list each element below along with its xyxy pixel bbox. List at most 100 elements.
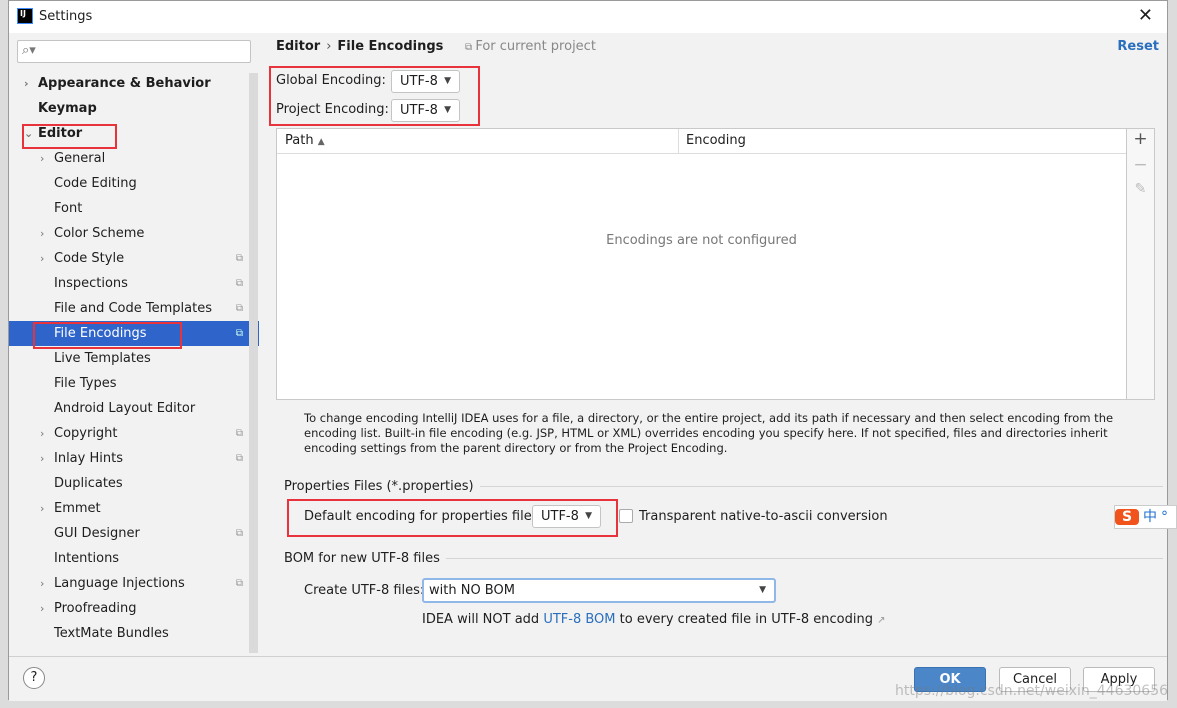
- sidebar-item-label: Proofreading: [54, 601, 137, 616]
- chevron-right-icon[interactable]: ›: [40, 421, 44, 446]
- close-icon[interactable]: ✕: [1138, 5, 1153, 26]
- sidebar-item-inspections[interactable]: Inspections ⧉: [9, 271, 259, 296]
- sidebar-item-copyright[interactable]: › Copyright ⧉: [9, 421, 259, 446]
- empty-table-text: Encodings are not configured: [606, 233, 797, 248]
- project-encoding-select[interactable]: UTF-8 ▼: [391, 99, 460, 122]
- utf8-bom-link[interactable]: UTF-8 BOM: [543, 612, 615, 627]
- sidebar-item-duplicates[interactable]: Duplicates: [9, 471, 259, 496]
- sidebar-item-file-encodings[interactable]: File Encodings ⧉: [9, 321, 259, 346]
- add-icon[interactable]: +: [1127, 129, 1154, 155]
- chevron-down-icon: ▼: [444, 76, 451, 86]
- sidebar-item-label: Duplicates: [54, 476, 123, 491]
- sidebar-item-label: General: [54, 151, 106, 166]
- sidebar-item-keymap[interactable]: Keymap: [9, 96, 259, 121]
- column-divider: [678, 129, 679, 154]
- project-scope-icon: ⧉: [235, 528, 243, 539]
- global-encoding-label: Global Encoding:: [276, 73, 386, 88]
- transparent-conversion-label[interactable]: Transparent native-to-ascii conversion: [639, 509, 888, 524]
- global-encoding-value: UTF-8: [400, 74, 438, 89]
- sidebar-item-label: Emmet: [54, 501, 101, 516]
- sidebar-scrollbar[interactable]: [249, 73, 258, 653]
- sidebar-item-label: Font: [54, 201, 83, 216]
- sidebar-item-emmet[interactable]: › Emmet: [9, 496, 259, 521]
- breadcrumb-separator: ›: [326, 39, 332, 54]
- column-path[interactable]: Path ▲: [285, 133, 325, 148]
- sidebar-item-android-layout-editor[interactable]: Android Layout Editor: [9, 396, 259, 421]
- project-encoding-value: UTF-8: [400, 103, 438, 118]
- sidebar-item-color-scheme[interactable]: › Color Scheme: [9, 221, 259, 246]
- sidebar-item-label: Inlay Hints: [54, 451, 123, 466]
- breadcrumb: Editor › File Encodings: [276, 39, 443, 54]
- project-scope-icon: ⧉: [465, 42, 476, 53]
- chevron-right-icon[interactable]: ›: [40, 221, 44, 246]
- chevron-right-icon[interactable]: ›: [24, 71, 29, 96]
- remove-icon[interactable]: −: [1127, 155, 1154, 181]
- sidebar-item-code-editing[interactable]: Code Editing: [9, 171, 259, 196]
- column-path-label: Path: [285, 133, 314, 148]
- sidebar-item-label: TextMate Bundles: [54, 626, 169, 641]
- for-current-project-label: For current project: [475, 39, 596, 54]
- transparent-conversion-checkbox[interactable]: [619, 509, 633, 523]
- project-encoding-label: Project Encoding:: [276, 102, 389, 117]
- column-encoding[interactable]: Encoding: [686, 133, 746, 148]
- bom-note: IDEA will NOT add UTF-8 BOM to every cre…: [422, 612, 886, 627]
- sidebar-item-intentions[interactable]: Intentions: [9, 546, 259, 571]
- project-scope-icon: ⧉: [235, 278, 243, 289]
- chevron-down-icon: ▼: [444, 105, 451, 115]
- sidebar-item-font[interactable]: Font: [9, 196, 259, 221]
- properties-encoding-select[interactable]: UTF-8 ▼: [532, 505, 601, 528]
- watermark: https://blog.csdn.net/weixin_44630656: [895, 683, 1169, 699]
- sidebar-item-label: File Encodings: [54, 326, 147, 341]
- sidebar-item-file-types[interactable]: File Types: [9, 371, 259, 396]
- properties-encoding-value: UTF-8: [541, 509, 579, 524]
- chevron-right-icon[interactable]: ›: [40, 246, 44, 271]
- bom-note-text: IDEA will NOT add: [422, 612, 544, 627]
- sidebar-item-label: Intentions: [54, 551, 120, 566]
- sidebar-item-gui-designer[interactable]: GUI Designer ⧉: [9, 521, 259, 546]
- sidebar-item-file-and-code-templates[interactable]: File and Code Templates ⧉: [9, 296, 259, 321]
- encodings-table: Path ▲ Encoding Encodings are not config…: [276, 128, 1127, 400]
- project-scope-icon: ⧉: [235, 253, 243, 264]
- chevron-right-icon[interactable]: ›: [40, 146, 44, 171]
- chevron-down-icon[interactable]: ⌄: [24, 121, 33, 146]
- chevron-right-icon[interactable]: ›: [40, 596, 44, 621]
- ime-indicator[interactable]: S 中 °: [1114, 505, 1177, 529]
- sidebar-item-label: Android Layout Editor: [54, 401, 196, 416]
- edit-icon[interactable]: ✎: [1127, 181, 1154, 207]
- create-utf8-select[interactable]: with NO BOM ▼: [422, 578, 776, 603]
- chevron-right-icon[interactable]: ›: [40, 571, 44, 596]
- sidebar-item-appearance-behavior[interactable]: › Appearance & Behavior: [9, 71, 259, 96]
- for-current-project: ⧉ For current project: [465, 39, 596, 54]
- table-header: Path ▲ Encoding: [277, 129, 1126, 154]
- search-input[interactable]: ⌕▾: [17, 40, 251, 63]
- create-utf8-label: Create UTF-8 files:: [304, 583, 425, 598]
- description-text: To change encoding IntelliJ IDEA uses fo…: [304, 411, 1114, 455]
- title-bar: IJ Settings ✕: [9, 1, 1167, 33]
- sidebar-item-general[interactable]: › General: [9, 146, 259, 171]
- sidebar-item-language-injections[interactable]: › Language Injections ⧉: [9, 571, 259, 596]
- sidebar-item-label: Editor: [38, 126, 83, 141]
- ime-punctuation-icon: °: [1161, 509, 1168, 525]
- sidebar-item-live-templates[interactable]: Live Templates: [9, 346, 259, 371]
- chevron-right-icon[interactable]: ›: [40, 496, 44, 521]
- sidebar-item-textmate-bundles[interactable]: TextMate Bundles: [9, 621, 259, 646]
- search-icon: ⌕▾: [22, 43, 36, 58]
- sidebar-item-label: Keymap: [38, 101, 97, 116]
- sidebar-item-editor[interactable]: ⌄ Editor: [9, 121, 259, 146]
- help-button[interactable]: ?: [23, 667, 45, 689]
- sidebar-item-label: Copyright: [54, 426, 118, 441]
- reset-link[interactable]: Reset: [1117, 39, 1159, 54]
- sidebar-item-code-style[interactable]: › Code Style ⧉: [9, 246, 259, 271]
- divider: [479, 486, 1163, 487]
- sidebar-item-label: File and Code Templates: [54, 301, 212, 316]
- sidebar-item-label: Live Templates: [54, 351, 151, 366]
- sidebar-item-label: Language Injections: [54, 576, 185, 591]
- properties-section-header: Properties Files (*.properties): [284, 479, 1163, 494]
- ime-language: 中: [1143, 509, 1157, 525]
- sidebar-item-inlay-hints[interactable]: › Inlay Hints ⧉: [9, 446, 259, 471]
- chevron-right-icon[interactable]: ›: [40, 446, 44, 471]
- sidebar-item-label: File Types: [54, 376, 117, 391]
- global-encoding-select[interactable]: UTF-8 ▼: [391, 70, 460, 93]
- sidebar-item-proofreading[interactable]: › Proofreading: [9, 596, 259, 621]
- chevron-down-icon: ▼: [585, 511, 592, 521]
